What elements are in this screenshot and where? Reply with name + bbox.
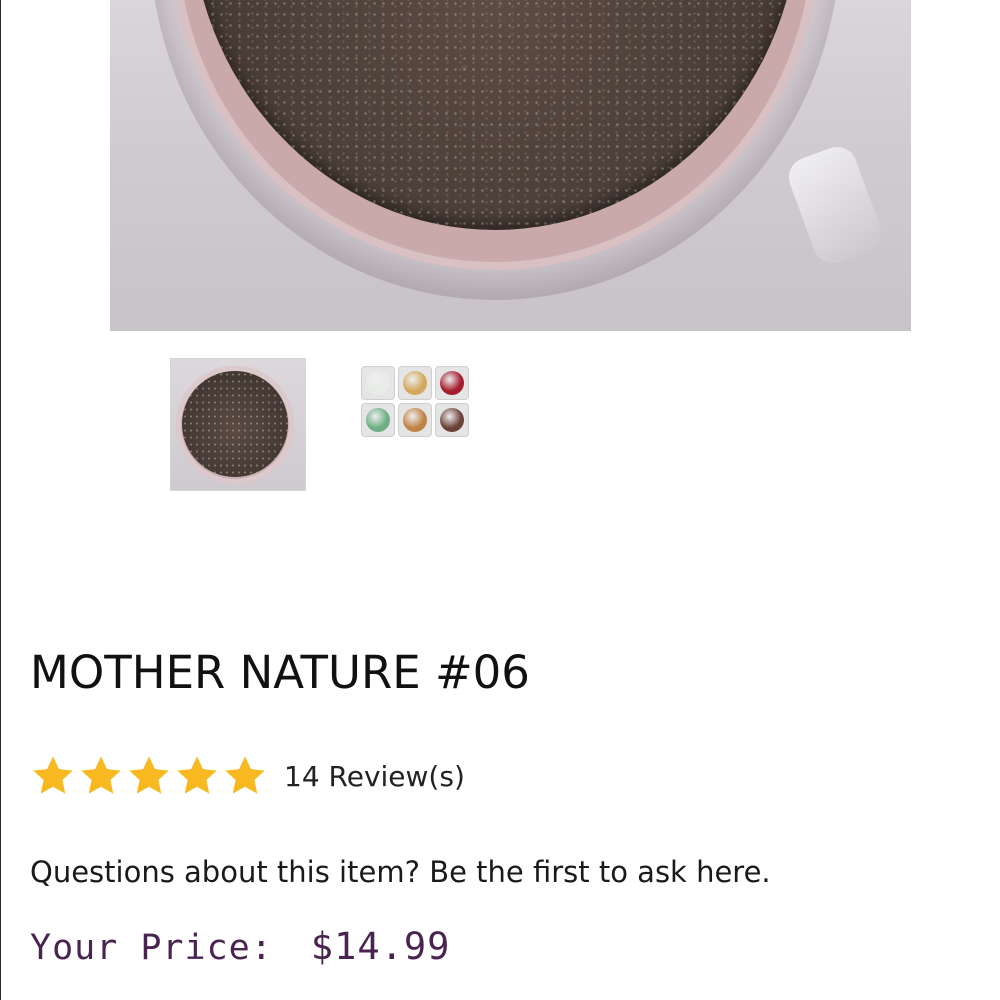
color-swatch — [403, 408, 427, 432]
thumbnail-color-set[interactable] — [361, 366, 472, 439]
ask-question-link[interactable]: Questions about this item? Be the first … — [30, 852, 771, 892]
color-pot — [398, 366, 432, 400]
product-page: MOTHER NATURE #06 14 Review(s) Questions… — [0, 0, 1000, 1000]
thumbnail-sparkle — [182, 371, 288, 477]
color-swatch — [366, 371, 390, 395]
star-icon — [177, 756, 217, 794]
rating-row: 14 Review(s) — [30, 752, 465, 800]
color-pot — [435, 403, 469, 437]
star-icon — [225, 756, 265, 794]
main-product-image[interactable] — [110, 0, 911, 331]
color-pot — [398, 403, 432, 437]
star-icon — [129, 756, 169, 794]
color-swatch — [403, 371, 427, 395]
jar-reflection — [783, 141, 887, 269]
star-icon — [33, 756, 73, 794]
thumbnail-single-jar[interactable] — [170, 358, 306, 491]
color-pot — [435, 366, 469, 400]
star-rating[interactable] — [30, 753, 270, 799]
color-swatch — [366, 408, 390, 432]
color-pot — [361, 366, 395, 400]
product-title: MOTHER NATURE #06 — [30, 646, 530, 699]
price-value: $14.99 — [310, 925, 451, 968]
price-label: Your Price: — [30, 928, 273, 968]
color-swatch — [440, 408, 464, 432]
star-icon — [81, 756, 121, 794]
price-row: Your Price: $14.99 — [30, 925, 450, 968]
color-swatch — [440, 371, 464, 395]
color-pot — [361, 403, 395, 437]
reviews-link[interactable]: 14 Review(s) — [284, 760, 465, 793]
